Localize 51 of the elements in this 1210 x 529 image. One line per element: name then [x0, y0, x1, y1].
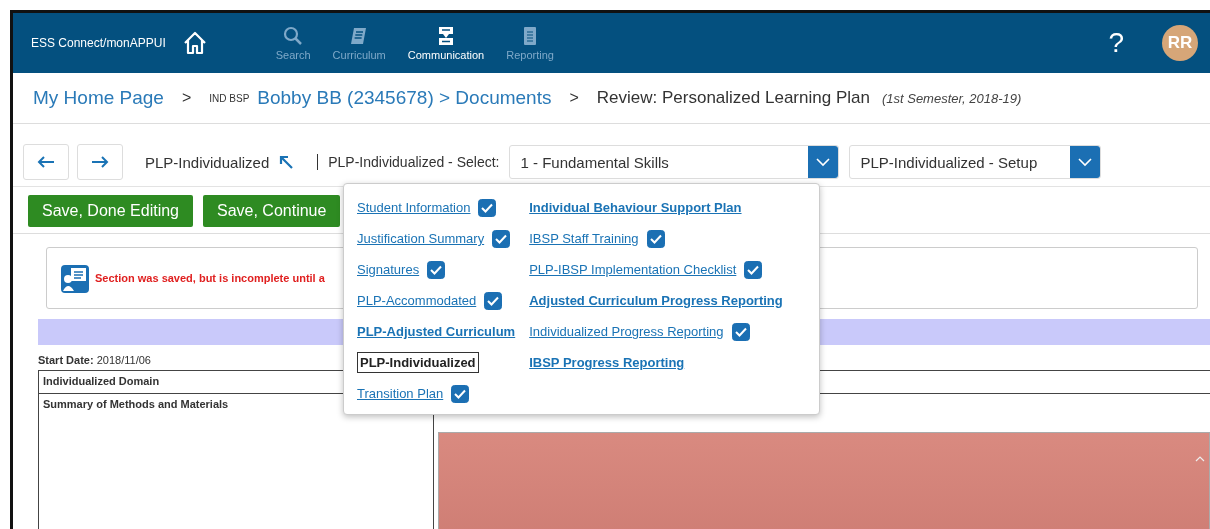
section-link[interactable]: PLP-Accommodated — [357, 293, 477, 308]
student-tags: IND BSP — [209, 92, 250, 104]
nav-tab[interactable]: Reporting — [498, 25, 562, 61]
section-link[interactable]: PLP-Adjusted Curriculum — [357, 324, 516, 339]
section-link[interactable]: Student Information — [357, 200, 471, 215]
checkbox[interactable] — [646, 229, 665, 248]
select-label: PLP-Individualized - Select: — [317, 154, 500, 170]
comment-icon — [61, 263, 89, 293]
breadcrumb-separator: > — [569, 89, 579, 107]
chevron-icon — [816, 157, 831, 167]
section-link[interactable]: PLP-IBSP Implementation Checklist — [529, 262, 737, 277]
checkbox[interactable] — [492, 229, 511, 248]
section-link[interactable]: Justification Summary — [357, 231, 485, 246]
section-link[interactable]: Adjusted Curriculum Progress Reporting — [529, 293, 783, 308]
arrow-icon[interactable] — [279, 155, 294, 169]
left-arrow-icon — [37, 155, 55, 169]
page-title: Review: Personalized Learning Plan — [596, 88, 870, 108]
breadcrumb-separator: > — [181, 89, 192, 107]
section-link[interactable]: Individualized Progress Reporting — [529, 324, 724, 339]
save-button[interactable]: Save, Continue — [203, 195, 341, 227]
section-link[interactable]: Signatures — [357, 262, 420, 277]
home-link[interactable]: My Home Page — [33, 87, 164, 109]
flowchart-icon — [436, 25, 456, 46]
search-icon — [283, 25, 304, 46]
checkbox[interactable] — [478, 198, 497, 217]
section-link[interactable]: IBSP Staff Training — [529, 231, 639, 246]
back-button[interactable] — [23, 144, 69, 180]
nav-tab[interactable]: Communication — [399, 25, 493, 61]
checkbox[interactable] — [731, 322, 750, 341]
student-link[interactable]: Bobby BB (2345678) > Documents — [257, 87, 552, 109]
section-link[interactable]: Individual Behaviour Support Plan — [529, 200, 742, 215]
app-name[interactable]: ESS Connect/monAPPUI — [31, 36, 166, 50]
help-button[interactable]: ? — [1108, 27, 1124, 59]
checkbox[interactable] — [451, 384, 470, 403]
checkbox[interactable] — [484, 291, 503, 310]
start-date: Start Date: 2018/11/06 — [38, 354, 151, 366]
warning-message: Section was saved, but is incomplete until a — [95, 272, 325, 284]
term-label: (1st Semester, 2018-19) — [881, 90, 1022, 106]
current-section: PLP-Individualized — [145, 153, 270, 171]
checkbox[interactable] — [744, 260, 763, 279]
nav-tab[interactable]: Curriculum — [324, 25, 394, 61]
setup-select[interactable]: PLP-Individualized - Setup — [849, 145, 1102, 179]
nav-tab[interactable]: Search — [267, 25, 319, 61]
current-section-item[interactable]: PLP-Individualized — [357, 352, 479, 373]
save-button[interactable]: Save, Done Editing — [28, 195, 193, 227]
section-select[interactable]: 1 - Fundamental Skills — [509, 145, 840, 179]
right-arrow-icon — [91, 155, 109, 169]
section-link[interactable]: IBSP Progress Reporting — [529, 355, 685, 370]
chevron-icon — [1078, 157, 1093, 167]
checkbox[interactable] — [427, 260, 446, 279]
forward-button[interactable] — [77, 144, 123, 180]
